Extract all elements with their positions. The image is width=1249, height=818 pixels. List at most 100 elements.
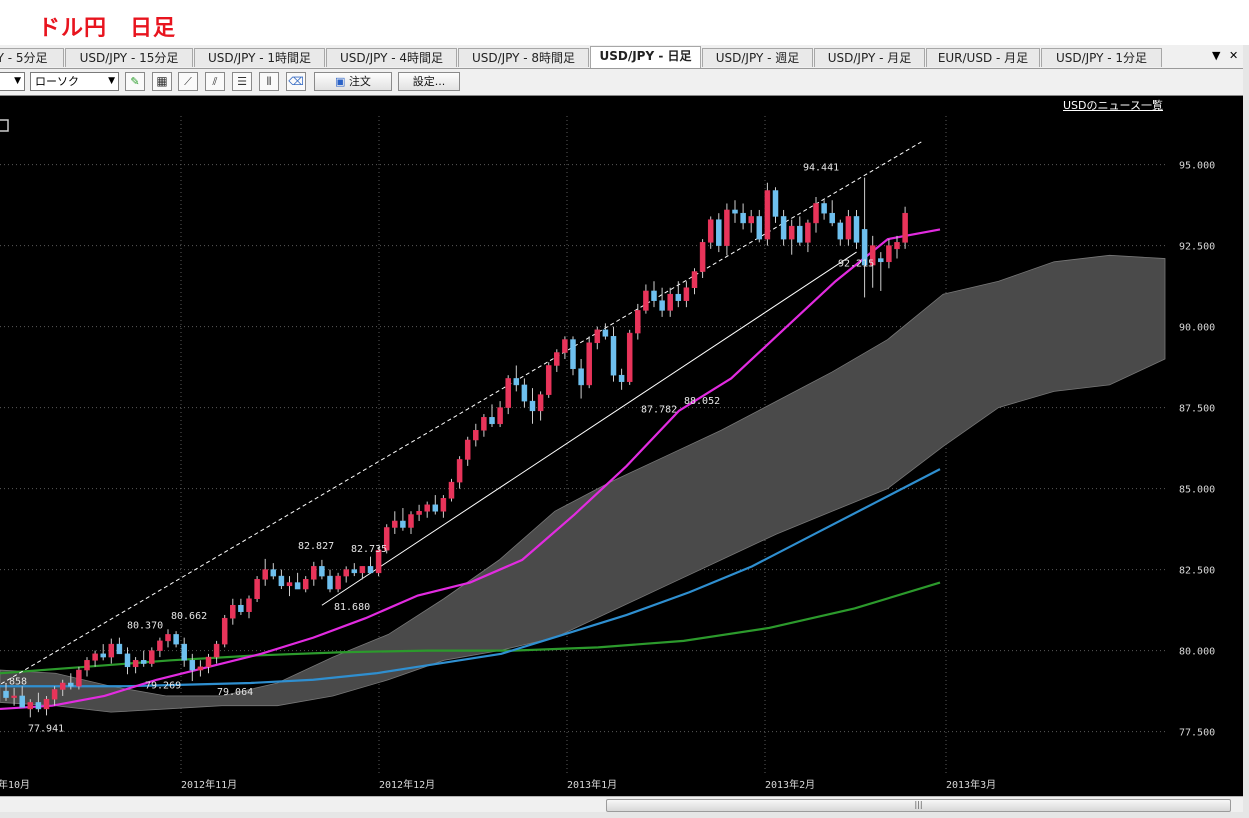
candle-body — [189, 660, 196, 671]
horizontal-scrollbar[interactable]: ||| — [0, 796, 1243, 813]
candle-body — [788, 225, 795, 240]
candle-body — [59, 682, 66, 690]
price-annotation: 82.735 — [351, 544, 387, 555]
x-tick-label: 2013年1月 — [567, 778, 617, 791]
tab-usdjpy-monthly[interactable]: USD/JPY - 月足 — [814, 48, 925, 67]
tab-usdjpy-4hour[interactable]: USD/JPY - 4時間足 — [326, 48, 457, 67]
order-button[interactable]: ▣ 注文 — [314, 72, 392, 91]
price-annotation: 88.052 — [684, 396, 720, 407]
left-combo[interactable]: ▼ — [0, 72, 25, 91]
candle-body — [35, 702, 42, 710]
candle-body — [586, 342, 592, 386]
window-restore-icon[interactable] — [0, 119, 9, 132]
candle-body — [837, 222, 844, 240]
candle-body — [570, 339, 576, 369]
candle-body — [92, 653, 98, 661]
chart-area[interactable]: 94.441 92.215 87.782 88.052 82.827 82.735 81.6… — [0, 96, 1243, 796]
eraser-icon[interactable]: ⌫ — [286, 72, 306, 91]
candle-body — [238, 604, 244, 612]
candle-body — [205, 656, 212, 668]
candle-body — [886, 245, 892, 263]
candle-body — [651, 290, 657, 301]
candle-body — [829, 212, 835, 224]
candle-body — [667, 293, 673, 311]
vertical-lines-icon[interactable]: ⦀ — [259, 72, 279, 91]
candle-body — [748, 216, 754, 224]
tab-usdjpy-daily[interactable]: USD/JPY - 日足 — [590, 46, 701, 68]
price-annotation: 79.269 — [145, 680, 181, 691]
candle-body — [319, 566, 325, 577]
candle-body — [643, 290, 649, 311]
tab-usdjpy-weekly[interactable]: USD/JPY - 週足 — [702, 48, 813, 67]
tab-usdjpy-1min[interactable]: USD/JPY - 1分足 — [1041, 48, 1162, 67]
candle-body — [140, 660, 147, 664]
candle-body — [626, 332, 633, 382]
candle-body — [132, 660, 139, 668]
price-annotation: 80.662 — [171, 611, 207, 622]
chart-toolbar: ▼ ローソク ▼ ✎ ▦ ⟋ ⫽ ☰ ⦀ ⌫ ▣ 注文 設定... — [0, 69, 1249, 96]
candle-body — [578, 368, 584, 386]
grid-icon[interactable]: ▦ — [152, 72, 172, 91]
candle-body — [108, 643, 115, 658]
horizontal-lines-icon[interactable]: ☰ — [232, 72, 252, 91]
candle-body — [513, 378, 520, 386]
candle-body — [343, 569, 349, 577]
y-tick-label: 80.000 — [1179, 647, 1215, 658]
vertical-scrollbar[interactable] — [1243, 45, 1249, 818]
price-annotation: 81.680 — [334, 602, 370, 613]
candle-body — [683, 287, 690, 301]
chart-type-select[interactable]: ローソク ▼ — [30, 72, 119, 91]
y-tick-label: 90.000 — [1179, 323, 1215, 334]
candle-body — [732, 209, 738, 214]
candle-body — [756, 216, 763, 240]
x-tick-label: 2012年12月 — [379, 778, 435, 791]
candle-body — [213, 643, 220, 658]
usd-news-link[interactable]: USDのニュース一覧 — [1063, 97, 1163, 113]
y-tick-label: 82.500 — [1179, 566, 1215, 577]
candle-body — [424, 504, 430, 512]
candle-body — [489, 417, 495, 425]
tab-usdjpy-15min[interactable]: USD/JPY - 15分足 — [65, 48, 193, 67]
close-icon[interactable]: ✕ — [1229, 49, 1238, 62]
candle-body — [432, 504, 439, 512]
tab-eurusd-monthly[interactable]: EUR/USD - 月足 — [926, 48, 1040, 67]
candle-body — [473, 430, 479, 441]
candle-body — [68, 682, 74, 687]
candle-body — [76, 669, 82, 687]
candle-body — [400, 520, 406, 528]
tab-list-dropdown-icon[interactable]: ▼ — [1212, 49, 1220, 62]
candle-body — [43, 698, 50, 710]
candle-body — [902, 212, 908, 243]
candle-body — [327, 575, 333, 590]
tab-usdjpy-8hour[interactable]: USD/JPY - 8時間足 — [458, 48, 589, 67]
candle-body — [124, 653, 131, 668]
candle-body — [84, 660, 90, 671]
candle-body — [602, 329, 609, 337]
candle-body — [529, 400, 536, 412]
candle-body — [335, 575, 341, 590]
candle-body — [505, 378, 511, 408]
candle-body — [19, 695, 25, 708]
tab-usdjpy-5min[interactable]: USD/JPY - 5分足 — [0, 48, 64, 67]
candle-body — [481, 417, 487, 431]
y-tick-label: 77.500 — [1179, 728, 1215, 739]
candle-body — [367, 566, 374, 574]
candle-body — [51, 689, 58, 700]
x-tick-label: 2013年2月 — [765, 778, 815, 791]
candle-body — [797, 225, 803, 243]
candle-body — [894, 242, 900, 250]
candle-body — [562, 339, 568, 353]
y-tick-label: 87.500 — [1179, 404, 1215, 415]
line-draw-icon[interactable]: ⟋ — [178, 72, 198, 91]
scrollbar-thumb[interactable]: ||| — [606, 799, 1231, 812]
settings-button[interactable]: 設定... — [398, 72, 460, 91]
candle-body — [716, 219, 722, 246]
tab-usdjpy-1hour[interactable]: USD/JPY - 1時間足 — [194, 48, 325, 67]
y-tick-label: 85.000 — [1179, 485, 1215, 496]
price-annotation: 79.064 — [217, 687, 253, 698]
fan-lines-icon[interactable]: ⫽ — [205, 72, 225, 91]
candle-body — [351, 569, 358, 574]
candle-body — [635, 310, 641, 334]
candlestick-chart: 94.441 92.215 87.782 88.052 82.827 82.735 81.6… — [0, 116, 1215, 791]
pencil-icon[interactable]: ✎ — [125, 72, 145, 91]
